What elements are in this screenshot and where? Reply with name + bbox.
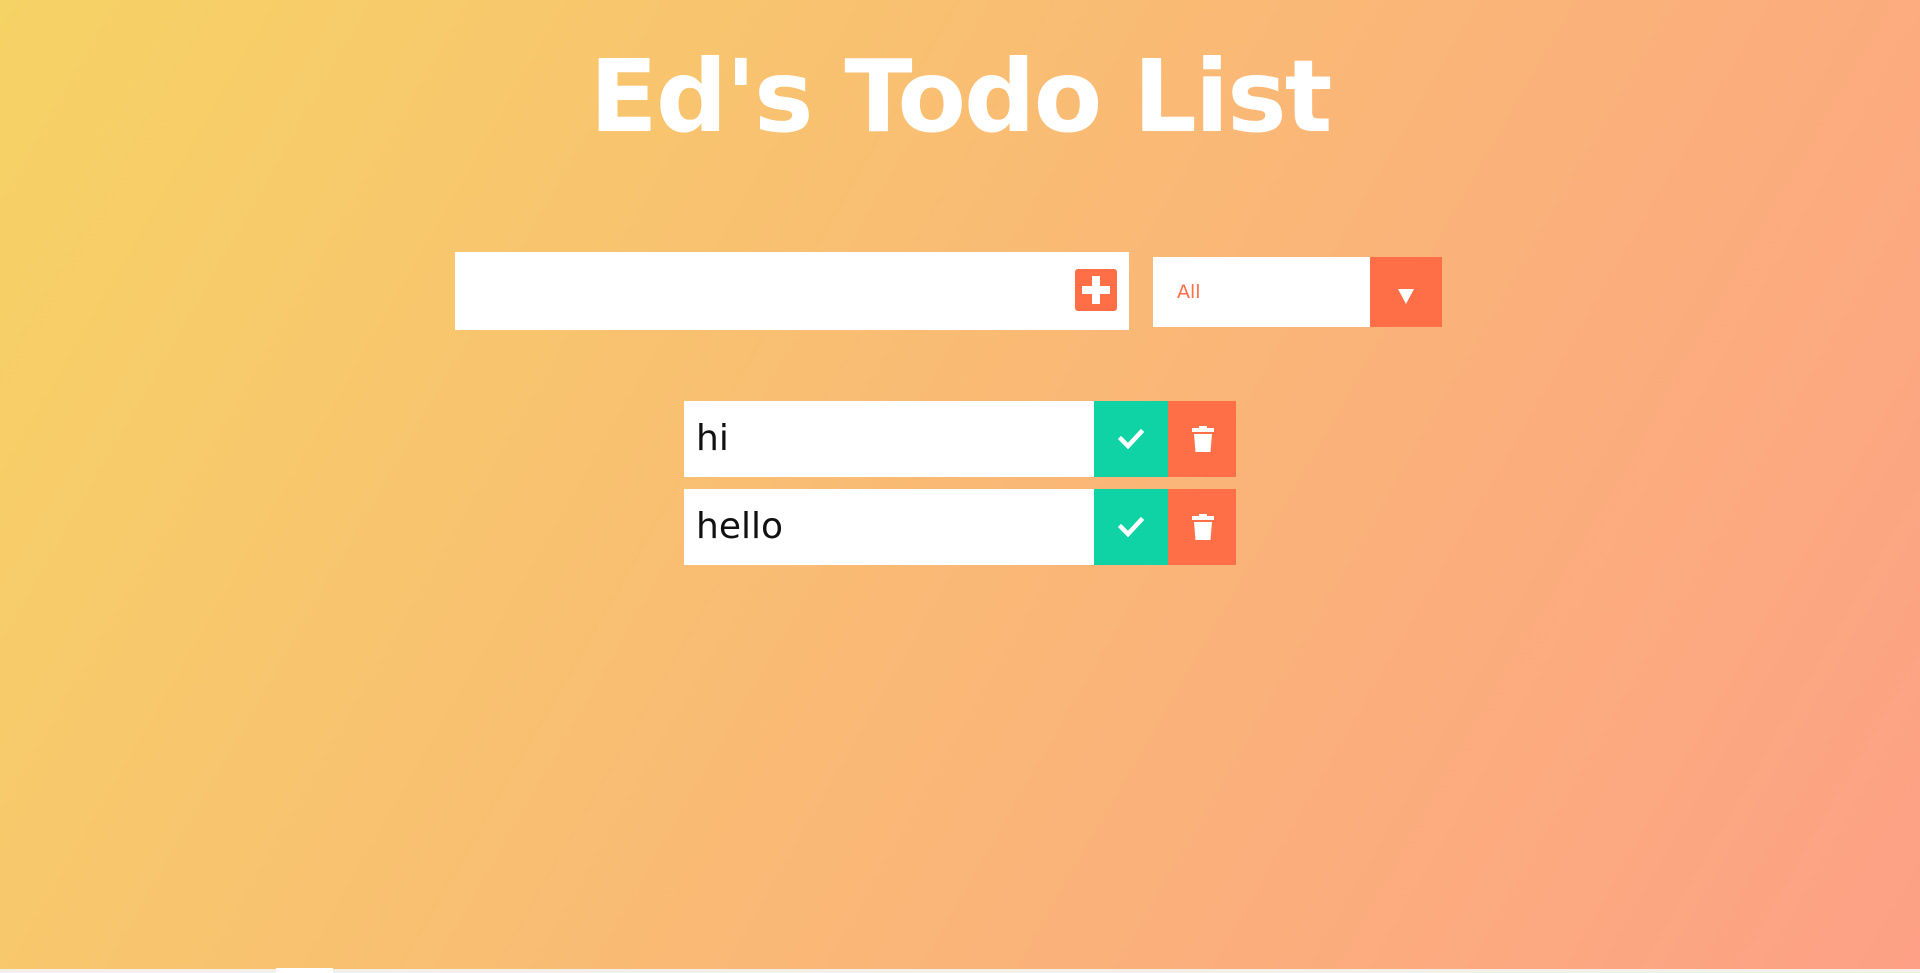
complete-button[interactable] <box>1094 401 1168 477</box>
trash-icon <box>1192 514 1214 540</box>
todo-text: hi <box>696 418 729 459</box>
filter-selected-value: All <box>1177 281 1201 303</box>
todo-text: hello <box>696 506 783 547</box>
page-title: Ed's Todo List <box>589 38 1333 155</box>
check-icon <box>1118 426 1144 452</box>
scrollbar-handle[interactable] <box>276 968 333 973</box>
todo-item: hello <box>684 489 1236 565</box>
todo-list: hi hello <box>684 401 1236 577</box>
filter-dropdown-button[interactable] <box>1370 257 1442 327</box>
todo-item: hi <box>684 401 1236 477</box>
add-todo-button[interactable] <box>1075 269 1117 311</box>
trash-button[interactable] <box>1168 401 1236 477</box>
caret-down-icon <box>1398 289 1414 304</box>
trash-button[interactable] <box>1168 489 1236 565</box>
check-icon <box>1118 514 1144 540</box>
complete-button[interactable] <box>1094 489 1168 565</box>
todo-input-container <box>455 252 1129 330</box>
trash-icon <box>1192 426 1214 452</box>
filter-select[interactable]: All <box>1153 257 1442 327</box>
todo-form: All <box>455 252 1442 332</box>
window-bottom-edge <box>0 968 1920 973</box>
todo-input[interactable] <box>455 252 1055 330</box>
